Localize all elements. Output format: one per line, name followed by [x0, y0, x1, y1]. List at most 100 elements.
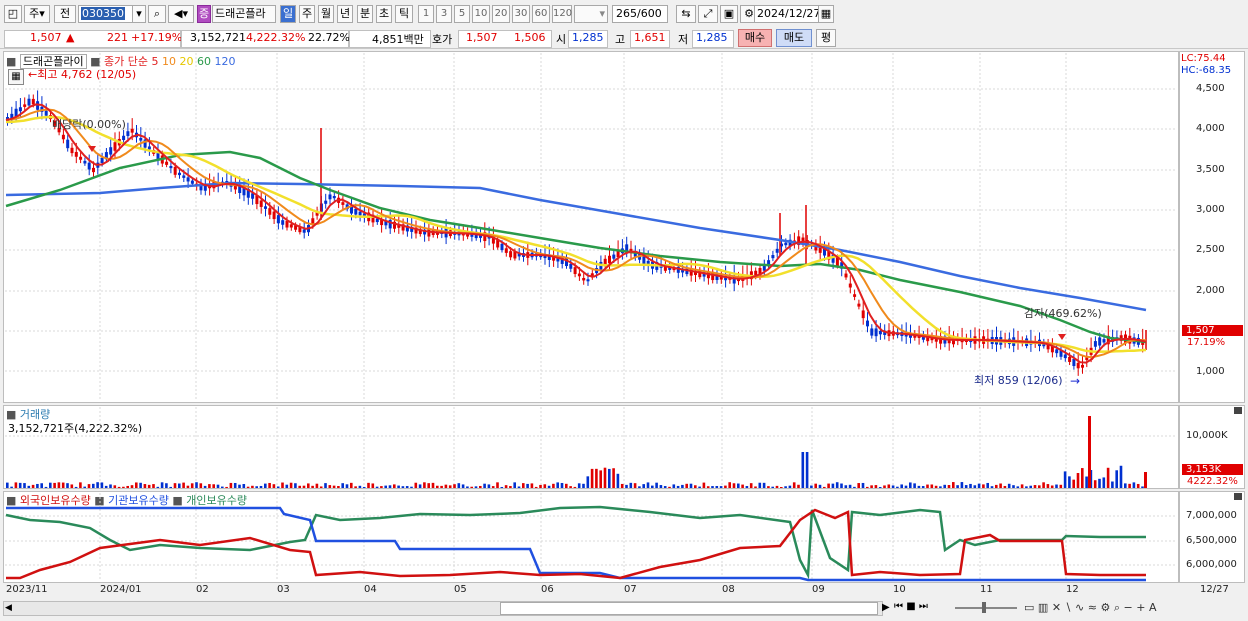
- candle-body: [264, 206, 267, 209]
- volume-bar: [1025, 486, 1028, 488]
- candle-body: [87, 162, 91, 170]
- volume-bar: [276, 486, 280, 488]
- volume-bar: [921, 486, 925, 488]
- candle-body: [358, 211, 362, 216]
- low-arrow-icon: →: [1070, 374, 1080, 388]
- volume-bar: [281, 482, 284, 488]
- volume-bar: [479, 485, 482, 488]
- candle-body: [569, 263, 573, 269]
- volume-bar: [79, 482, 82, 488]
- volume-bar: [823, 486, 826, 488]
- candlesticks: [6, 90, 1147, 376]
- candle-body: [173, 166, 177, 175]
- volume-bar: [328, 485, 332, 488]
- volume-bar: [186, 485, 190, 488]
- volume-bar: [135, 482, 138, 488]
- volume-bar: [934, 485, 938, 488]
- volume-bar: [436, 485, 439, 488]
- volume-bar: [104, 485, 108, 488]
- volume-bar: [737, 483, 740, 488]
- volume-bar: [311, 485, 314, 488]
- volume-bar: [831, 483, 835, 488]
- candle-body: [147, 146, 151, 150]
- volume-bar: [762, 482, 766, 488]
- volume-bar: [1136, 483, 1140, 488]
- candle-body: [165, 161, 169, 165]
- candle-body: [139, 137, 143, 141]
- candle-body: [66, 139, 70, 149]
- volume-bar: [522, 483, 525, 488]
- volume-bar: [255, 486, 258, 488]
- volume-bar: [848, 484, 852, 488]
- candle-body: [44, 110, 48, 116]
- volume-bar: [264, 483, 267, 488]
- candle-body: [608, 255, 611, 264]
- volume-bar: [668, 486, 671, 488]
- candle-body: [870, 328, 874, 336]
- volume-bar: [117, 486, 121, 488]
- volume-bar: [375, 486, 379, 488]
- volume-bar: [367, 482, 370, 488]
- volume-bar: [238, 484, 241, 488]
- candle-body: [844, 273, 848, 278]
- candle-body: [268, 208, 272, 215]
- candle-body: [1063, 354, 1067, 359]
- candle-body: [92, 167, 95, 173]
- volume-bar: [543, 484, 547, 488]
- volume-bar: [401, 486, 405, 488]
- volume-bar: [870, 485, 873, 488]
- volume-bar: [1007, 483, 1011, 488]
- volume-bar: [384, 485, 387, 488]
- volume-bar: [285, 484, 289, 488]
- volume-bar: [681, 484, 684, 488]
- volume-bar: [986, 482, 989, 488]
- volume-bar: [147, 484, 151, 488]
- candle-body: [573, 267, 577, 275]
- volume-bar: [109, 484, 112, 488]
- volume-bar: [397, 485, 400, 488]
- candle-body: [302, 229, 306, 233]
- volume-bar: [44, 486, 48, 488]
- volume-bar: [233, 482, 237, 488]
- volume-bar: [440, 485, 443, 488]
- volume-bar: [268, 482, 271, 488]
- volume-bar: [509, 486, 512, 488]
- volume-bar: [1050, 485, 1054, 488]
- volume-bar: [874, 485, 878, 488]
- volume-bar: [999, 483, 1002, 488]
- volume-bar: [586, 476, 590, 488]
- volume-bar: [414, 482, 418, 488]
- volume-bar: [784, 486, 787, 488]
- volume-bar: [642, 484, 645, 488]
- volume-bar: [775, 485, 779, 488]
- volume-bar: [672, 484, 676, 488]
- candle-body: [79, 156, 83, 160]
- volume-bar: [560, 482, 564, 488]
- volume-bar: [788, 485, 792, 488]
- volume-bar: [483, 483, 486, 488]
- volume-bar: [513, 482, 516, 488]
- volume-bar: [393, 484, 396, 488]
- volume-bar: [83, 486, 86, 488]
- candle-body: [509, 251, 513, 258]
- volume-bar: [964, 485, 968, 488]
- volume-bar: [887, 484, 891, 488]
- volume-bar: [427, 483, 430, 488]
- volume-bar: [504, 485, 508, 488]
- volume-bar: [741, 484, 744, 488]
- candle-body: [83, 160, 87, 164]
- volume-bar: [195, 482, 198, 488]
- volume-bar: [638, 486, 641, 488]
- volume-bar: [173, 483, 177, 488]
- volume-bar: [1020, 484, 1024, 488]
- candle-body: [354, 208, 358, 215]
- volume-bar: [818, 484, 822, 488]
- candle-body: [122, 135, 126, 141]
- volume-bar: [952, 482, 955, 488]
- volume-bar: [1046, 484, 1050, 488]
- volume-bar: [745, 486, 749, 488]
- volume-bar: [573, 486, 577, 488]
- volume-bar: [706, 486, 710, 488]
- volume-bar: [130, 485, 134, 488]
- ma10-line: [5, 108, 1147, 359]
